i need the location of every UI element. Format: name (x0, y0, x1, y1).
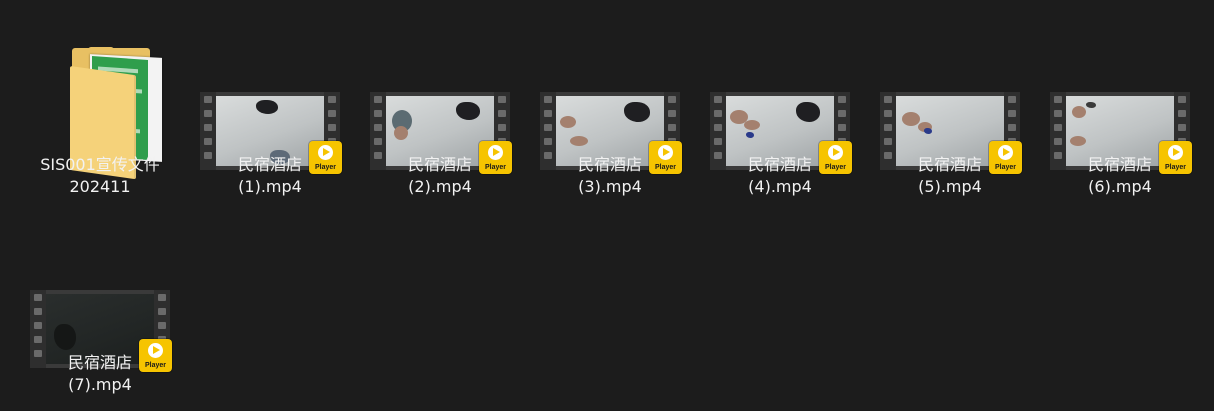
folder-item-sis001[interactable]: SIS001宣传文件 202411 (20, 20, 180, 210)
video-file-icon: Player (1050, 20, 1192, 174)
video-item-2[interactable]: Player 民宿酒店 (2).mp4 (360, 20, 520, 210)
file-name: 民宿酒店 (1).mp4 (190, 154, 350, 198)
file-name-line1: 民宿酒店 (747, 155, 812, 174)
video-file-icon: Player (540, 20, 682, 174)
folder-icon (30, 20, 170, 180)
file-name-line1: 民宿酒店 (1087, 155, 1152, 174)
file-name-line1: 民宿酒店 (577, 155, 642, 174)
file-name-line1: SIS001宣传文件 (40, 155, 160, 174)
video-file-icon: Player (370, 20, 512, 174)
file-name: 民宿酒店 (2).mp4 (360, 154, 520, 198)
video-file-icon: Player (710, 20, 852, 174)
file-name-line2: (3).mp4 (578, 177, 642, 196)
video-file-icon: Player (200, 20, 342, 174)
video-item-1[interactable]: Player 民宿酒店 (1).mp4 (190, 20, 350, 210)
file-name: SIS001宣传文件 202411 (20, 154, 180, 198)
file-name: 民宿酒店 (4).mp4 (700, 154, 860, 198)
file-name: 民宿酒店 (6).mp4 (1040, 154, 1200, 198)
file-name-line1: 民宿酒店 (67, 353, 132, 372)
video-item-6[interactable]: Player 民宿酒店 (6).mp4 (1040, 20, 1200, 210)
file-name-line2: (4).mp4 (748, 177, 812, 196)
video-item-7[interactable]: Player 民宿酒店 (7).mp4 (20, 218, 180, 408)
video-item-5[interactable]: Player 民宿酒店 (5).mp4 (870, 20, 1030, 210)
file-name-line2: (2).mp4 (408, 177, 472, 196)
file-name-line2: 202411 (69, 177, 131, 196)
file-name-line2: (5).mp4 (918, 177, 982, 196)
file-name-line2: (7).mp4 (68, 375, 132, 394)
file-name-line2: (1).mp4 (238, 177, 302, 196)
file-name-line1: 民宿酒店 (917, 155, 982, 174)
file-name-line1: 民宿酒店 (407, 155, 472, 174)
file-name: 民宿酒店 (5).mp4 (870, 154, 1030, 198)
video-item-4[interactable]: Player 民宿酒店 (4).mp4 (700, 20, 860, 210)
file-explorer-view: SIS001宣传文件 202411 Player 民宿酒店 (1).mp4 Pl… (0, 0, 1214, 411)
file-name: 民宿酒店 (7).mp4 (20, 352, 180, 396)
file-name-line2: (6).mp4 (1088, 177, 1152, 196)
file-name-line1: 民宿酒店 (237, 155, 302, 174)
file-name: 民宿酒店 (3).mp4 (530, 154, 690, 198)
video-file-icon: Player (30, 218, 172, 372)
video-item-3[interactable]: Player 民宿酒店 (3).mp4 (530, 20, 690, 210)
video-file-icon: Player (880, 20, 1022, 174)
